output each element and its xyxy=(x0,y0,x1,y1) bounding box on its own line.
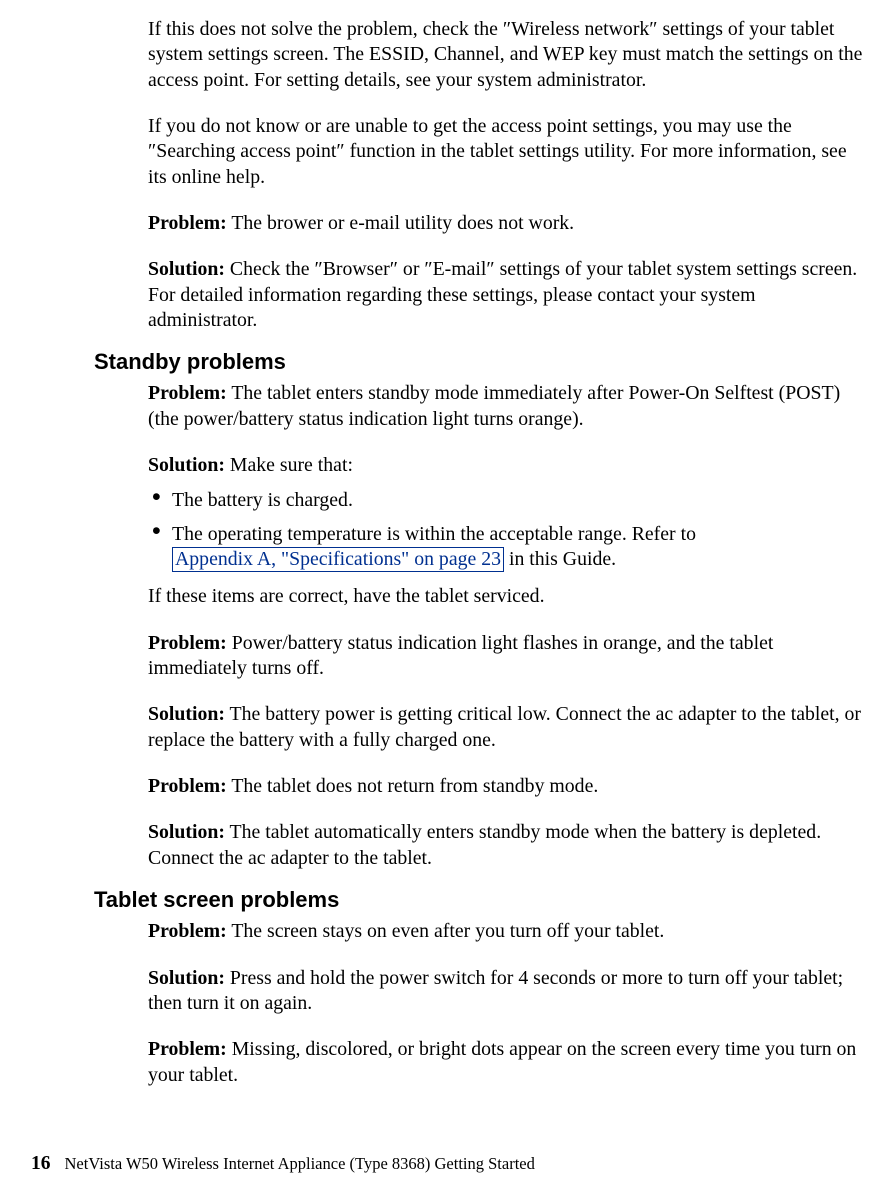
appendix-link[interactable]: Appendix A, "Specifications" on page 23 xyxy=(172,547,504,572)
standby2-solution: Solution: The battery power is getting c… xyxy=(148,702,868,753)
problem-label: Problem: xyxy=(148,775,227,797)
standby3-solution: Solution: The tablet automatically enter… xyxy=(148,820,868,871)
item1-problem-text: The brower or e-mail utility does not wo… xyxy=(227,212,574,234)
body-column: If this does not solve the problem, chec… xyxy=(148,17,868,333)
item1-solution: Solution: Check the ″Browser″ or ″E-mail… xyxy=(148,257,868,333)
standby2-problem: Problem: Power/battery status indication… xyxy=(148,631,868,682)
screen2-problem: Problem: Missing, discolored, or bright … xyxy=(148,1037,868,1088)
screen1-problem: Problem: The screen stays on even after … xyxy=(148,919,868,944)
solution-label: Solution: xyxy=(148,821,225,843)
screen1-solution: Solution: Press and hold the power switc… xyxy=(148,966,868,1017)
intro-paragraph-2: If you do not know or are unable to get … xyxy=(148,114,868,190)
screen1-solution-text: Press and hold the power switch for 4 se… xyxy=(148,967,843,1014)
standby1-list: The battery is charged. The operating te… xyxy=(148,488,868,572)
list-item: The battery is charged. xyxy=(148,488,868,513)
screen2-problem-text: Missing, discolored, or bright dots appe… xyxy=(148,1038,856,1085)
standby1-problem-text: The tablet enters standby mode immediate… xyxy=(148,382,840,429)
solution-label: Solution: xyxy=(148,258,225,280)
list-item: The operating temperature is within the … xyxy=(148,522,868,573)
standby1-after: If these items are correct, have the tab… xyxy=(148,584,868,609)
problem-label: Problem: xyxy=(148,632,227,654)
bullet2-pre: The operating temperature is within the … xyxy=(172,523,696,545)
item1-problem: Problem: The brower or e-mail utility do… xyxy=(148,211,868,236)
page-number: 16 xyxy=(31,1153,51,1174)
heading-standby: Standby problems xyxy=(94,348,868,376)
solution-label: Solution: xyxy=(148,703,225,725)
problem-label: Problem: xyxy=(148,920,227,942)
item1-solution-text: Check the ″Browser″ or ″E-mail″ settings… xyxy=(148,258,857,331)
intro-paragraph-1: If this does not solve the problem, chec… xyxy=(148,17,868,93)
heading-screen: Tablet screen problems xyxy=(94,886,868,914)
bullet2-post: in this Guide. xyxy=(504,548,616,570)
footer-title: NetVista W50 Wireless Internet Appliance… xyxy=(65,1154,535,1173)
solution-label: Solution: xyxy=(148,967,225,989)
standby2-problem-text: Power/battery status indication light fl… xyxy=(148,632,773,679)
standby-section: Problem: The tablet enters standby mode … xyxy=(148,381,868,871)
standby3-problem: Problem: The tablet does not return from… xyxy=(148,774,868,799)
page-content: If this does not solve the problem, chec… xyxy=(0,0,888,1088)
problem-label: Problem: xyxy=(148,382,227,404)
problem-label: Problem: xyxy=(148,212,227,234)
standby1-solution: Solution: Make sure that: xyxy=(148,453,868,478)
screen1-problem-text: The screen stays on even after you turn … xyxy=(227,920,665,942)
standby3-solution-text: The tablet automatically enters standby … xyxy=(148,821,821,868)
screen-section: Problem: The screen stays on even after … xyxy=(148,919,868,1088)
standby2-solution-text: The battery power is getting critical lo… xyxy=(148,703,861,750)
standby1-solution-text: Make sure that: xyxy=(225,454,353,476)
standby3-problem-text: The tablet does not return from standby … xyxy=(227,775,599,797)
page-footer: 16 NetVista W50 Wireless Internet Applian… xyxy=(31,1152,535,1177)
solution-label: Solution: xyxy=(148,454,225,476)
standby1-problem: Problem: The tablet enters standby mode … xyxy=(148,381,868,432)
problem-label: Problem: xyxy=(148,1038,227,1060)
